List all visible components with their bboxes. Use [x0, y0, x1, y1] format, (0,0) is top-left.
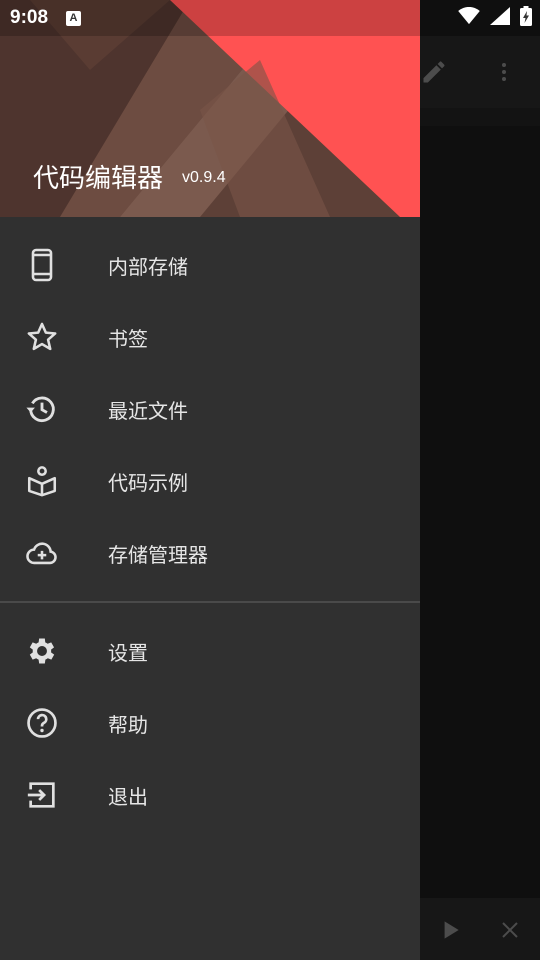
app-title: 代码编辑器 — [33, 164, 164, 194]
cloud-add-icon — [22, 533, 62, 573]
menu-item-label: 帮助 — [108, 712, 148, 737]
menu-item-help[interactable]: 帮助 — [0, 687, 420, 759]
menu-item-settings[interactable]: 设置 — [0, 615, 420, 687]
menu-item-label: 书签 — [108, 326, 148, 351]
status-icons — [458, 0, 532, 36]
history-icon — [22, 389, 62, 429]
phone-icon — [22, 245, 62, 285]
app-version: v0.9.4 — [182, 169, 226, 186]
book-icon — [22, 461, 62, 501]
wifi-icon — [458, 6, 480, 29]
exit-icon — [22, 775, 62, 815]
status-time: 9:08 — [10, 7, 49, 28]
signal-icon — [490, 7, 510, 29]
menu-item-label: 退出 — [108, 784, 148, 809]
menu-item-label: 设置 — [108, 640, 148, 665]
help-icon — [22, 703, 62, 743]
menu-item-code-samples[interactable]: 代码示例 — [0, 445, 420, 517]
menu-item-label: 存储管理器 — [108, 542, 208, 567]
menu-item-recent-files[interactable]: 最近文件 — [0, 373, 420, 445]
menu-item-label: 代码示例 — [108, 470, 188, 495]
menu-item-storage-manager[interactable]: 存储管理器 — [0, 517, 420, 589]
menu-item-internal-storage[interactable]: 内部存储 — [0, 229, 420, 301]
notification-icon: A — [66, 10, 82, 26]
gear-icon — [22, 631, 62, 671]
battery-icon — [520, 6, 532, 30]
navigation-drawer: 代码编辑器 v0.9.4 内部存储 书签 最近文件 代码示例 存储管理器 设置 … — [0, 0, 420, 960]
menu-item-bookmarks[interactable]: 书签 — [0, 301, 420, 373]
menu-item-label: 内部存储 — [108, 254, 188, 279]
menu-item-exit[interactable]: 退出 — [0, 759, 420, 831]
star-icon — [22, 317, 62, 357]
menu-item-label: 最近文件 — [108, 398, 188, 423]
menu-divider — [0, 601, 420, 603]
status-bar: 9:08 A — [0, 0, 540, 36]
